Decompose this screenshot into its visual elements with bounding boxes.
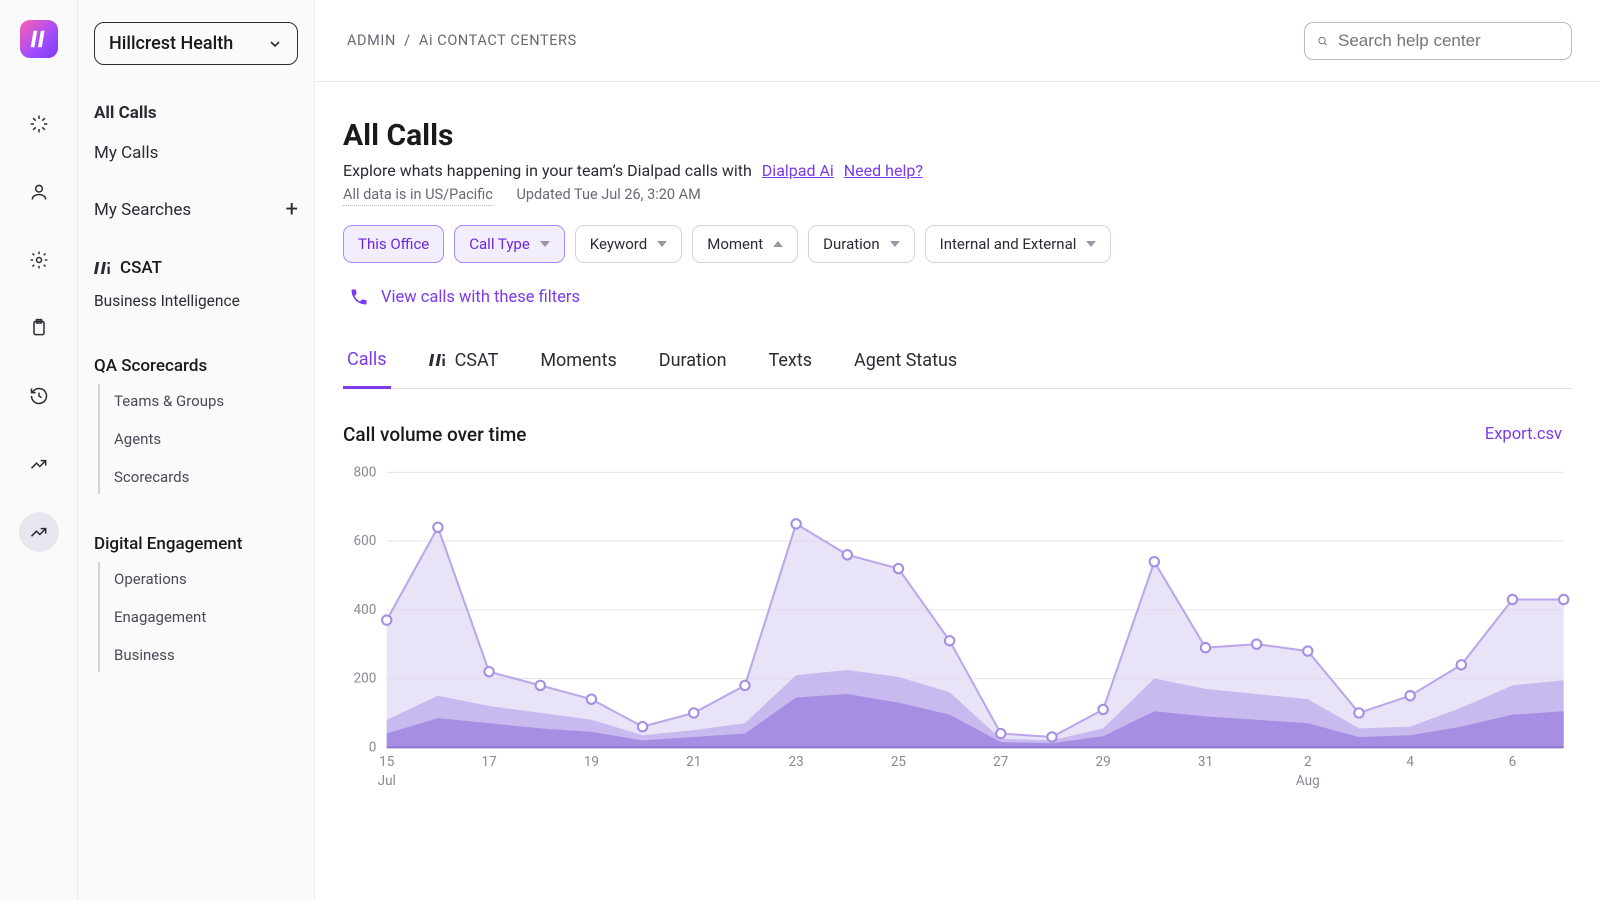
sidebar-de-ops[interactable]: Operations bbox=[114, 562, 298, 596]
svg-text:Aug: Aug bbox=[1296, 772, 1320, 788]
analytics-icon[interactable] bbox=[19, 512, 59, 552]
sidebar-csat[interactable]: CSAT bbox=[120, 258, 162, 278]
page-meta: All data is in US/Pacific Updated Tue Ju… bbox=[343, 186, 1572, 203]
svg-text:800: 800 bbox=[354, 464, 377, 480]
search-box[interactable] bbox=[1304, 22, 1572, 60]
sidebar-bi[interactable]: Business Intelligence bbox=[94, 286, 298, 316]
view-calls-button[interactable]: View calls with these filters bbox=[343, 283, 586, 311]
svg-text:17: 17 bbox=[481, 754, 497, 770]
chart-title: Call volume over time bbox=[343, 423, 526, 446]
export-button[interactable]: Export.csv bbox=[1485, 425, 1572, 444]
svg-text:29: 29 bbox=[1096, 754, 1111, 770]
ai-badge-icon bbox=[429, 353, 447, 367]
svg-text:31: 31 bbox=[1198, 754, 1213, 770]
trend-icon[interactable] bbox=[19, 444, 59, 484]
svg-text:6: 6 bbox=[1509, 754, 1517, 770]
main-area: ADMIN / Ai CONTACT CENTERS All Calls Exp… bbox=[315, 0, 1600, 900]
filter-row: This Office Call Type Keyword Moment Dur… bbox=[343, 225, 1572, 263]
page-title: All Calls bbox=[343, 118, 1572, 153]
breadcrumb: ADMIN / Ai CONTACT CENTERS bbox=[343, 32, 581, 49]
filter-office[interactable]: This Office bbox=[343, 225, 444, 263]
link-need-help[interactable]: Need help? bbox=[844, 161, 923, 180]
add-search-button[interactable]: + bbox=[286, 197, 298, 222]
page-subtitle-row: Explore whats happening in your team’s D… bbox=[343, 161, 1572, 180]
user-icon[interactable] bbox=[19, 172, 59, 212]
filter-moment[interactable]: Moment bbox=[692, 225, 798, 263]
svg-text:Jul: Jul bbox=[378, 772, 396, 788]
clipboard-icon[interactable] bbox=[19, 308, 59, 348]
tabs: Calls CSAT Moments Duration Texts Agent … bbox=[343, 339, 1572, 389]
sidebar-de-head[interactable]: Digital Engagement bbox=[94, 516, 298, 562]
link-dialpad-ai[interactable]: Dialpad Ai bbox=[762, 161, 834, 180]
caret-down-icon bbox=[890, 241, 900, 247]
search-input[interactable] bbox=[1338, 31, 1559, 51]
chevron-down-icon bbox=[267, 36, 283, 52]
updated-note: Updated Tue Jul 26, 3:20 AM bbox=[516, 186, 700, 203]
chart-header: Call volume over time Export.csv bbox=[343, 423, 1572, 446]
svg-text:25: 25 bbox=[891, 754, 907, 770]
svg-text:27: 27 bbox=[993, 754, 1009, 770]
tab-moments[interactable]: Moments bbox=[536, 339, 620, 388]
svg-text:0: 0 bbox=[369, 739, 377, 755]
filter-internal-external[interactable]: Internal and External bbox=[925, 225, 1112, 263]
filter-keyword[interactable]: Keyword bbox=[575, 225, 682, 263]
sidebar-my-searches[interactable]: My Searches bbox=[94, 200, 191, 220]
ai-badge-icon bbox=[94, 261, 112, 275]
svg-text:4: 4 bbox=[1406, 754, 1414, 770]
sidebar-de-biz[interactable]: Business bbox=[114, 638, 298, 672]
svg-text:23: 23 bbox=[789, 754, 804, 770]
topbar: ADMIN / Ai CONTACT CENTERS bbox=[315, 0, 1600, 82]
svg-text:200: 200 bbox=[354, 670, 377, 686]
content: All Calls Explore whats happening in you… bbox=[315, 82, 1600, 900]
tab-calls[interactable]: Calls bbox=[343, 339, 391, 389]
sidebar-qa-teams[interactable]: Teams & Groups bbox=[114, 384, 298, 418]
sidebar-qa-scorecards[interactable]: Scorecards bbox=[114, 460, 298, 494]
icon-rail bbox=[0, 0, 78, 900]
filter-call-type[interactable]: Call Type bbox=[454, 225, 565, 263]
sidebar-de-eng[interactable]: Enagagement bbox=[114, 600, 298, 634]
de-sublist: Operations Enagagement Business bbox=[98, 562, 298, 672]
svg-text:15: 15 bbox=[379, 754, 395, 770]
qa-sublist: Teams & Groups Agents Scorecards bbox=[98, 384, 298, 494]
caret-down-icon bbox=[540, 241, 550, 247]
view-calls-label: View calls with these filters bbox=[381, 288, 580, 307]
app-logo[interactable] bbox=[20, 20, 58, 58]
filter-duration[interactable]: Duration bbox=[808, 225, 914, 263]
sidebar-all-calls[interactable]: All Calls bbox=[94, 93, 298, 133]
svg-text:21: 21 bbox=[686, 754, 701, 770]
sidebar: Hillcrest Health All Calls My Calls My S… bbox=[78, 0, 315, 900]
sidebar-qa-head[interactable]: QA Scorecards bbox=[94, 338, 298, 384]
chart: 0 200 400 600 800 15 17 19 21 23 25 27 29 31 2 4 6 Jul Aug bbox=[343, 464, 1572, 797]
tab-agent-status[interactable]: Agent Status bbox=[850, 339, 961, 388]
caret-down-icon bbox=[657, 241, 667, 247]
tab-duration[interactable]: Duration bbox=[655, 339, 731, 388]
caret-down-icon bbox=[1086, 241, 1096, 247]
svg-text:19: 19 bbox=[584, 754, 599, 770]
breadcrumb-sep: / bbox=[404, 32, 411, 49]
breadcrumb-admin[interactable]: ADMIN bbox=[347, 32, 396, 49]
tab-texts[interactable]: Texts bbox=[765, 339, 817, 388]
breadcrumb-page[interactable]: Ai CONTACT CENTERS bbox=[419, 32, 577, 49]
search-icon bbox=[1317, 32, 1328, 50]
svg-text:2: 2 bbox=[1304, 754, 1312, 770]
sidebar-my-calls[interactable]: My Calls bbox=[94, 133, 298, 173]
tab-csat[interactable]: CSAT bbox=[425, 339, 503, 388]
timezone-note: All data is in US/Pacific bbox=[343, 186, 493, 206]
history-icon[interactable] bbox=[19, 376, 59, 416]
svg-text:400: 400 bbox=[354, 601, 377, 617]
page-subtitle: Explore whats happening in your team’s D… bbox=[343, 161, 752, 180]
sidebar-qa-agents[interactable]: Agents bbox=[114, 422, 298, 456]
caret-up-icon bbox=[773, 241, 783, 247]
org-selector[interactable]: Hillcrest Health bbox=[94, 22, 298, 65]
phone-icon bbox=[349, 287, 369, 307]
org-name: Hillcrest Health bbox=[109, 33, 233, 54]
sparkle-icon[interactable] bbox=[19, 104, 59, 144]
gear-icon[interactable] bbox=[19, 240, 59, 280]
svg-text:600: 600 bbox=[354, 533, 377, 549]
